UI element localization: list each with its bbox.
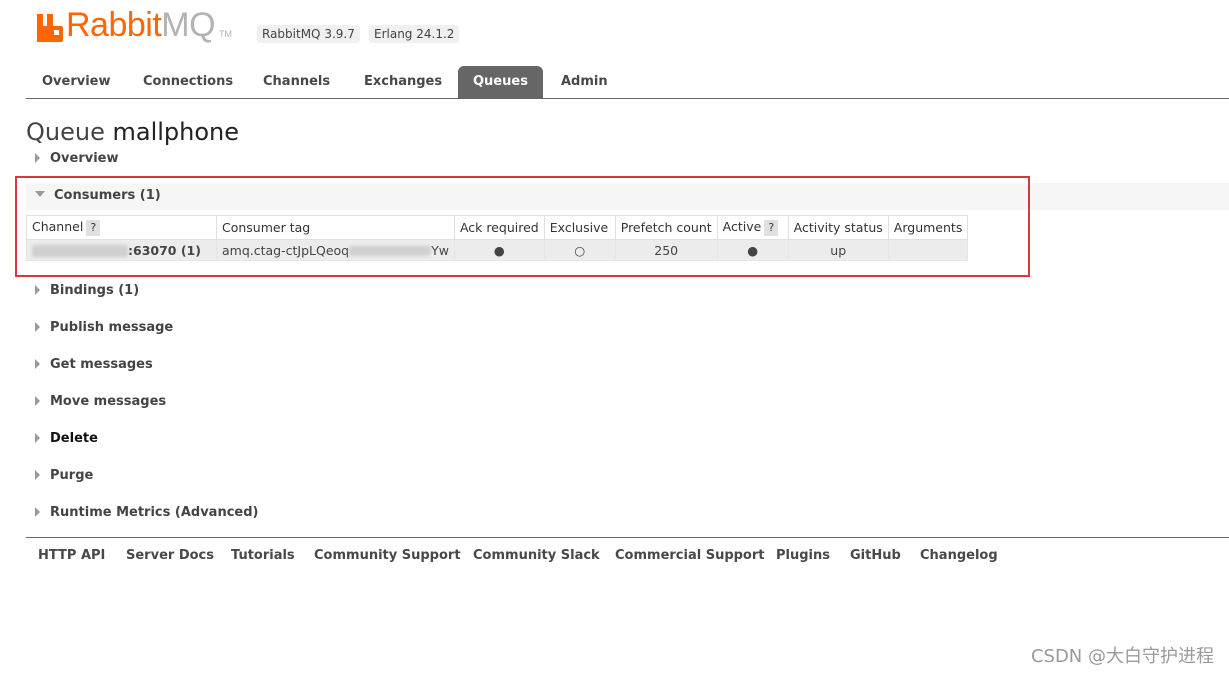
tab-channels[interactable]: Channels xyxy=(247,66,346,98)
collapsed-triangle-icon xyxy=(35,432,40,443)
section-purge-label: Purge xyxy=(50,468,94,483)
footer-link-server-docs[interactable]: Server Docs xyxy=(126,548,214,563)
logo-trademark: TM xyxy=(219,29,233,39)
rabbitmq-version-badge: RabbitMQ 3.9.7 xyxy=(257,25,360,43)
section-overview-toggle[interactable]: Overview xyxy=(35,149,119,169)
section-runtime-label: Runtime Metrics (Advanced) xyxy=(50,505,259,520)
highlight-box xyxy=(15,176,1030,277)
page-title: Queue mallphone xyxy=(26,118,239,146)
erlang-version-badge: Erlang 24.1.2 xyxy=(369,25,460,43)
section-move-label: Move messages xyxy=(50,394,167,409)
footer-link-tutorials[interactable]: Tutorials xyxy=(231,548,295,563)
collapsed-triangle-icon xyxy=(35,469,40,480)
tab-admin[interactable]: Admin xyxy=(545,66,624,98)
section-bindings-label: Bindings (1) xyxy=(50,283,140,298)
queue-name: mallphone xyxy=(112,118,240,146)
footer-link-changelog[interactable]: Changelog xyxy=(920,548,998,563)
logo-text-rabbit: Rabbit xyxy=(66,6,162,44)
tab-connections[interactable]: Connections xyxy=(127,66,249,98)
section-runtime-metrics-toggle[interactable]: Runtime Metrics (Advanced) xyxy=(35,503,258,523)
footer-link-http-api[interactable]: HTTP API xyxy=(38,548,105,563)
section-bindings-toggle[interactable]: Bindings (1) xyxy=(35,281,139,301)
collapsed-triangle-icon xyxy=(35,506,40,517)
csdn-watermark: CSDN @大白守护进程 xyxy=(1030,646,1214,667)
tab-exchanges[interactable]: Exchanges xyxy=(348,66,458,98)
tab-queues[interactable]: Queues xyxy=(458,66,543,98)
rabbit-logo-icon xyxy=(37,14,63,42)
page-title-prefix: Queue xyxy=(26,118,105,146)
collapsed-triangle-icon xyxy=(35,152,40,163)
footer-links: HTTP API Server Docs Tutorials Community… xyxy=(26,537,1229,574)
section-overview-label: Overview xyxy=(50,151,119,166)
footer-link-commercial-support[interactable]: Commercial Support xyxy=(615,548,765,563)
tab-overview[interactable]: Overview xyxy=(26,66,127,98)
main-nav-tabs: Overview Connections Channels Exchanges … xyxy=(26,66,1229,99)
footer-link-plugins[interactable]: Plugins xyxy=(776,548,830,563)
logo-text-mq: MQ xyxy=(161,6,216,44)
footer-link-community-support[interactable]: Community Support xyxy=(314,548,461,563)
collapsed-triangle-icon xyxy=(35,284,40,295)
rabbitmq-logo: Rabbit MQ TM xyxy=(37,6,232,42)
collapsed-triangle-icon xyxy=(35,321,40,332)
footer-link-github[interactable]: GitHub xyxy=(850,548,901,563)
section-move-messages-toggle[interactable]: Move messages xyxy=(35,392,166,412)
section-purge-toggle[interactable]: Purge xyxy=(35,466,93,486)
collapsed-triangle-icon xyxy=(35,358,40,369)
section-delete-label: Delete xyxy=(50,431,98,446)
section-publish-message-toggle[interactable]: Publish message xyxy=(35,318,173,338)
footer-link-community-slack[interactable]: Community Slack xyxy=(473,548,600,563)
collapsed-triangle-icon xyxy=(35,395,40,406)
section-get-messages-toggle[interactable]: Get messages xyxy=(35,355,153,375)
section-get-label: Get messages xyxy=(50,357,153,372)
section-delete-toggle[interactable]: Delete xyxy=(35,429,98,449)
section-publish-label: Publish message xyxy=(50,320,174,335)
